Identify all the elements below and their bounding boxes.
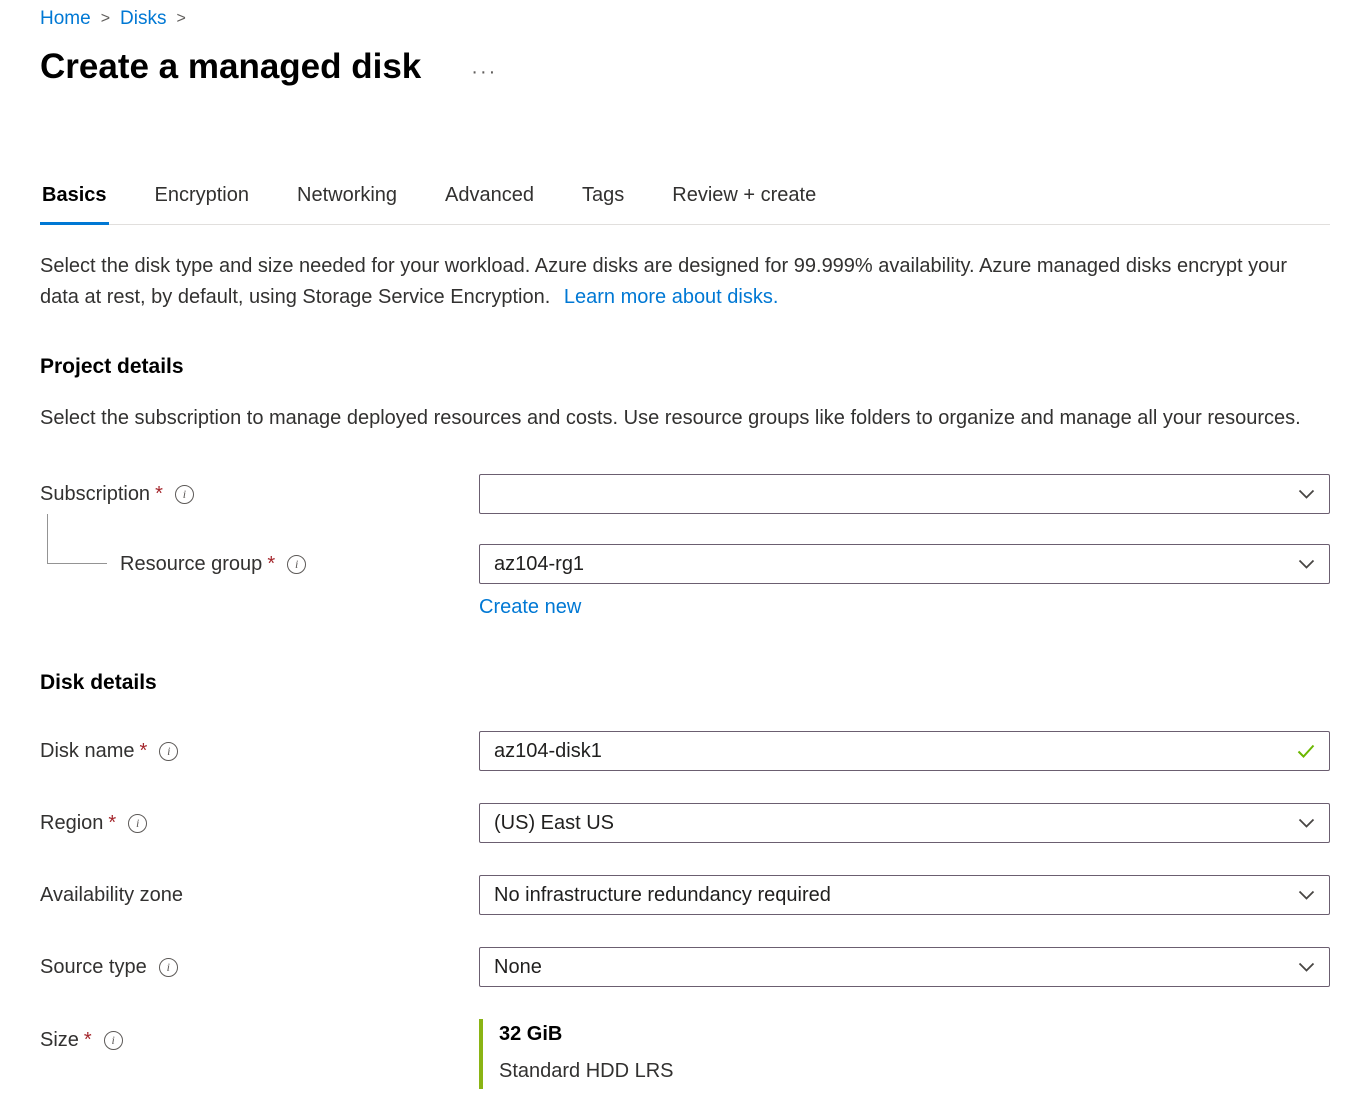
- info-icon[interactable]: i: [104, 1031, 123, 1050]
- info-icon[interactable]: i: [159, 742, 178, 761]
- size-value: 32 GiB: [499, 1023, 1330, 1046]
- subscription-label: Subscription: [40, 483, 150, 506]
- source-type-control-cell: None: [479, 947, 1330, 987]
- breadcrumb-separator: >: [176, 10, 185, 28]
- info-icon[interactable]: i: [287, 555, 306, 574]
- project-details-description: Select the subscription to manage deploy…: [40, 403, 1330, 434]
- create-new-resource-group-link[interactable]: Create new: [479, 596, 581, 619]
- source-type-value: None: [494, 956, 542, 979]
- chevron-down-icon: [1298, 818, 1315, 829]
- resource-group-control-cell: az104-rg1: [479, 544, 1330, 584]
- availability-zone-control-cell: No infrastructure redundancy required: [479, 875, 1330, 915]
- region-label: Region: [40, 812, 103, 835]
- region-dropdown[interactable]: (US) East US: [479, 803, 1330, 843]
- disk-name-field-row: Disk name * i: [40, 731, 1330, 771]
- chevron-down-icon: [1298, 559, 1315, 570]
- availability-zone-dropdown[interactable]: No infrastructure redundancy required: [479, 875, 1330, 915]
- required-marker: *: [139, 740, 147, 763]
- resource-group-value: az104-rg1: [494, 553, 584, 576]
- tab-encryption[interactable]: Encryption: [153, 184, 252, 224]
- source-type-field-row: Source type i None: [40, 947, 1330, 987]
- required-marker: *: [84, 1029, 92, 1052]
- size-field-row: Size * i 32 GiB Standard HDD LRS: [40, 1019, 1330, 1089]
- info-icon[interactable]: i: [128, 814, 147, 833]
- tree-connector-line: [47, 514, 107, 564]
- tab-networking[interactable]: Networking: [295, 184, 399, 224]
- disk-name-control-cell: [479, 731, 1330, 771]
- disk-name-label-cell: Disk name * i: [40, 740, 479, 763]
- tab-basics[interactable]: Basics: [40, 184, 109, 225]
- more-options-icon[interactable]: ···: [465, 60, 503, 85]
- disk-name-input[interactable]: [494, 740, 1287, 763]
- breadcrumb-separator: >: [101, 10, 110, 28]
- subscription-control-cell: [479, 474, 1330, 514]
- breadcrumb: Home > Disks >: [40, 8, 1330, 30]
- size-control-cell: 32 GiB Standard HDD LRS: [479, 1019, 1330, 1089]
- availability-zone-label: Availability zone: [40, 884, 183, 907]
- chevron-down-icon: [1298, 890, 1315, 901]
- info-icon[interactable]: i: [159, 958, 178, 977]
- tab-tags[interactable]: Tags: [580, 184, 626, 224]
- breadcrumb-link-home[interactable]: Home: [40, 8, 91, 30]
- availability-zone-field-row: Availability zone No infrastructure redu…: [40, 875, 1330, 915]
- source-type-label-cell: Source type i: [40, 956, 479, 979]
- chevron-down-icon: [1298, 962, 1315, 973]
- project-details-heading: Project details: [40, 355, 1330, 379]
- resource-group-field-row: Resource group * i az104-rg1: [40, 544, 1330, 584]
- region-value: (US) East US: [494, 812, 614, 835]
- spacer: [40, 596, 479, 619]
- required-marker: *: [155, 483, 163, 506]
- size-sku: Standard HDD LRS: [499, 1060, 1330, 1083]
- source-type-dropdown[interactable]: None: [479, 947, 1330, 987]
- page-title: Create a managed disk: [40, 46, 421, 88]
- learn-more-link[interactable]: Learn more about disks.: [564, 286, 779, 308]
- valid-check-icon: [1297, 744, 1315, 758]
- required-marker: *: [108, 812, 116, 835]
- create-new-row: Create new: [40, 596, 1330, 619]
- subscription-dropdown[interactable]: [479, 474, 1330, 514]
- size-label-cell: Size * i: [40, 1019, 479, 1052]
- intro-text: Select the disk type and size needed for…: [40, 251, 1330, 313]
- disk-details-heading: Disk details: [40, 671, 1330, 695]
- size-label: Size: [40, 1029, 79, 1052]
- title-row: Create a managed disk ···: [40, 46, 1330, 88]
- source-type-label: Source type: [40, 956, 147, 979]
- subscription-field-row: Subscription * i: [40, 474, 1330, 514]
- region-field-row: Region * i (US) East US: [40, 803, 1330, 843]
- disk-name-textfield: [479, 731, 1330, 771]
- breadcrumb-link-disks[interactable]: Disks: [120, 8, 166, 30]
- region-label-cell: Region * i: [40, 812, 479, 835]
- subscription-label-cell: Subscription * i: [40, 483, 479, 506]
- info-icon[interactable]: i: [175, 485, 194, 504]
- required-marker: *: [267, 553, 275, 576]
- tab-review-create[interactable]: Review + create: [670, 184, 818, 224]
- size-summary-block[interactable]: 32 GiB Standard HDD LRS: [479, 1019, 1330, 1089]
- chevron-down-icon: [1298, 489, 1315, 500]
- tab-advanced[interactable]: Advanced: [443, 184, 536, 224]
- region-control-cell: (US) East US: [479, 803, 1330, 843]
- availability-zone-value: No infrastructure redundancy required: [494, 884, 831, 907]
- tab-strip: Basics Encryption Networking Advanced Ta…: [40, 184, 1330, 225]
- create-managed-disk-page: Home > Disks > Create a managed disk ···…: [0, 0, 1348, 1089]
- resource-group-dropdown[interactable]: az104-rg1: [479, 544, 1330, 584]
- resource-group-label: Resource group: [120, 553, 262, 576]
- availability-zone-label-cell: Availability zone: [40, 884, 479, 907]
- disk-name-label: Disk name: [40, 740, 134, 763]
